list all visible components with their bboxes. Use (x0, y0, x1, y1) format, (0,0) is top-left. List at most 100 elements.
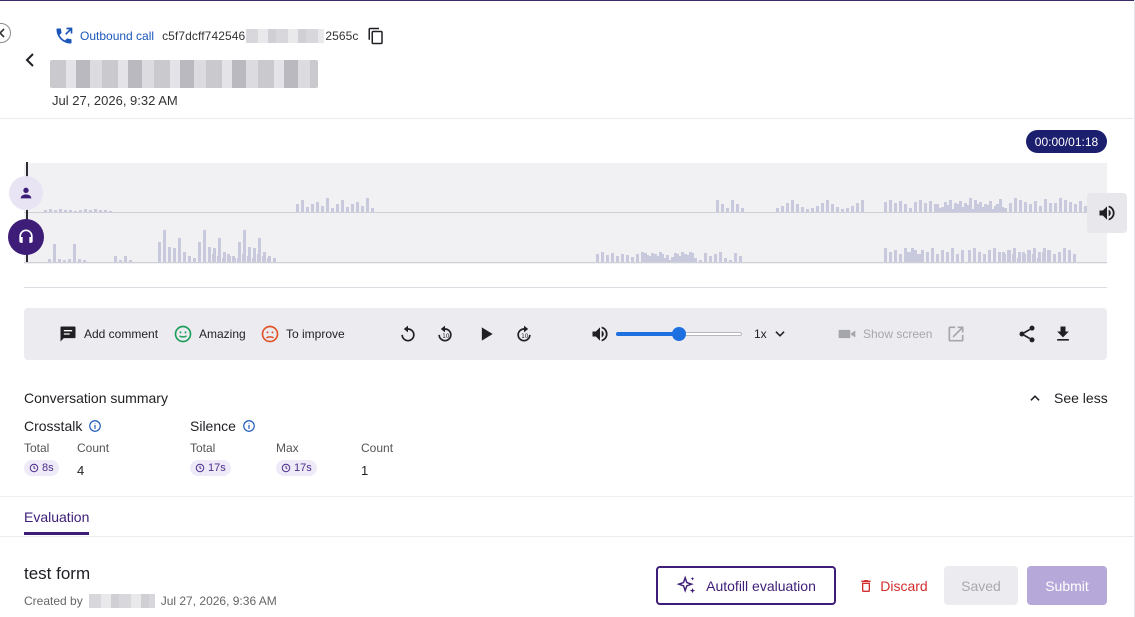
waveform-bar (984, 204, 987, 212)
waveform-bar (1054, 209, 1057, 212)
see-less-toggle[interactable]: See less (1028, 390, 1108, 406)
waveform-bar (252, 258, 255, 262)
waveform-bar (1044, 206, 1047, 212)
waveform-bar (89, 210, 92, 212)
player-divider (24, 287, 1107, 288)
waveform-bar (114, 256, 117, 262)
submit-button[interactable]: Submit (1027, 566, 1107, 605)
waveform-bar (969, 198, 972, 212)
waveform-bar (983, 254, 986, 262)
mute-button[interactable] (590, 308, 610, 360)
waveform-bar (104, 210, 107, 212)
download-button[interactable] (1053, 308, 1073, 360)
waveform-bar (884, 202, 887, 212)
volume-icon (592, 326, 608, 342)
show-screen-button[interactable]: Show screen (837, 308, 932, 360)
back-button[interactable] (20, 50, 40, 70)
waveform-bar (914, 202, 917, 212)
autofill-evaluation-button[interactable]: Autofill evaluation (656, 566, 836, 605)
waveform-bar (212, 254, 215, 262)
play-button[interactable] (476, 308, 496, 360)
waveform-bar (831, 204, 834, 212)
waveform-bar (988, 250, 991, 262)
waveform-bar (158, 242, 161, 262)
playback-speed-select[interactable]: 1x (754, 308, 787, 360)
copy-button[interactable] (367, 27, 385, 45)
call-info-row: Outbound call c5f7dcff742546 2565c (54, 26, 385, 46)
waveform-bar (188, 256, 191, 262)
silence-count-label: Count (361, 441, 394, 455)
waveform-bar (1002, 252, 1005, 262)
waveform-bar (371, 208, 374, 212)
silence-max-value: 17s (276, 460, 317, 476)
waveform-bar (924, 203, 927, 212)
saved-button[interactable]: Saved (944, 566, 1018, 605)
waveform-bar (1033, 254, 1036, 262)
playback-speed-value: 1x (754, 327, 767, 341)
waveform-bar (836, 207, 839, 212)
waveform-bar (601, 252, 604, 262)
chevron-up-icon (1030, 395, 1040, 401)
waveform-bar (929, 201, 932, 212)
chevron-left-icon (0, 28, 5, 38)
waveform-bar (654, 254, 657, 262)
discard-label: Discard (880, 577, 928, 594)
restart-button[interactable] (398, 308, 418, 360)
waveform-bar (899, 254, 902, 262)
volume-slider[interactable] (616, 327, 742, 341)
discard-button[interactable]: Discard (852, 566, 934, 605)
waveform-bar (316, 202, 319, 212)
waveform-bar (791, 200, 794, 212)
volume-icon (1099, 205, 1115, 221)
waveform-bar (54, 210, 57, 212)
svg-text:10: 10 (442, 334, 450, 340)
collapse-sidebar-button[interactable] (0, 23, 11, 43)
silence-heading: Silence (190, 418, 256, 434)
info-icon[interactable] (88, 419, 102, 433)
tabs-divider (0, 536, 1135, 537)
waveform-bar (911, 248, 914, 262)
waveform-bar (1012, 254, 1015, 262)
silence-total-value: 17s (190, 460, 231, 476)
waveform-bar (168, 247, 171, 262)
waveform-bar (1022, 252, 1025, 262)
waveform-bar (674, 253, 677, 262)
tab-evaluation[interactable]: Evaluation (24, 509, 89, 525)
waveform-bar (183, 252, 186, 262)
to-improve-button[interactable]: To improve (260, 308, 345, 360)
waveform-bar (296, 204, 299, 212)
waveform-bar (341, 200, 344, 212)
amazing-button[interactable]: Amazing (173, 308, 246, 360)
waveform-bar (714, 254, 717, 262)
svg-text:10: 10 (521, 334, 529, 340)
waveform-bar (974, 200, 977, 212)
forward-10-button[interactable]: 10 (514, 308, 534, 360)
track-volume-button[interactable] (1087, 193, 1127, 233)
crosstalk-total-value: 8s (24, 460, 59, 476)
share-button[interactable] (1017, 308, 1037, 360)
waveform-bar (721, 204, 724, 212)
open-external-button[interactable] (946, 308, 966, 360)
form-title: test form (24, 564, 91, 583)
call-id-suffix: 2565c (325, 28, 359, 43)
waveform-bar (1029, 204, 1032, 212)
waveform-bar (267, 258, 270, 262)
waveform-bar (704, 253, 707, 262)
add-comment-button[interactable]: Add comment (58, 308, 158, 360)
waveform-bar (1014, 198, 1017, 212)
redacted-contact-name (50, 60, 318, 88)
info-icon[interactable] (242, 419, 256, 433)
waveform-bar (208, 247, 211, 262)
rewind-10-button[interactable]: 10 (435, 308, 455, 360)
call-type-link[interactable]: Outbound call (80, 29, 154, 43)
waveform[interactable] (24, 163, 1112, 264)
volume-slider-thumb[interactable] (672, 327, 686, 341)
waveform-bar (1017, 258, 1020, 262)
volume-slider-fill (616, 332, 679, 336)
waveform-bar (227, 254, 230, 262)
waveform-bar (237, 258, 240, 262)
waveform-bar (1063, 248, 1066, 262)
waveform-bar (956, 204, 959, 212)
crosstalk-count-value: 4 (77, 463, 85, 478)
waveform-bar (64, 210, 67, 212)
